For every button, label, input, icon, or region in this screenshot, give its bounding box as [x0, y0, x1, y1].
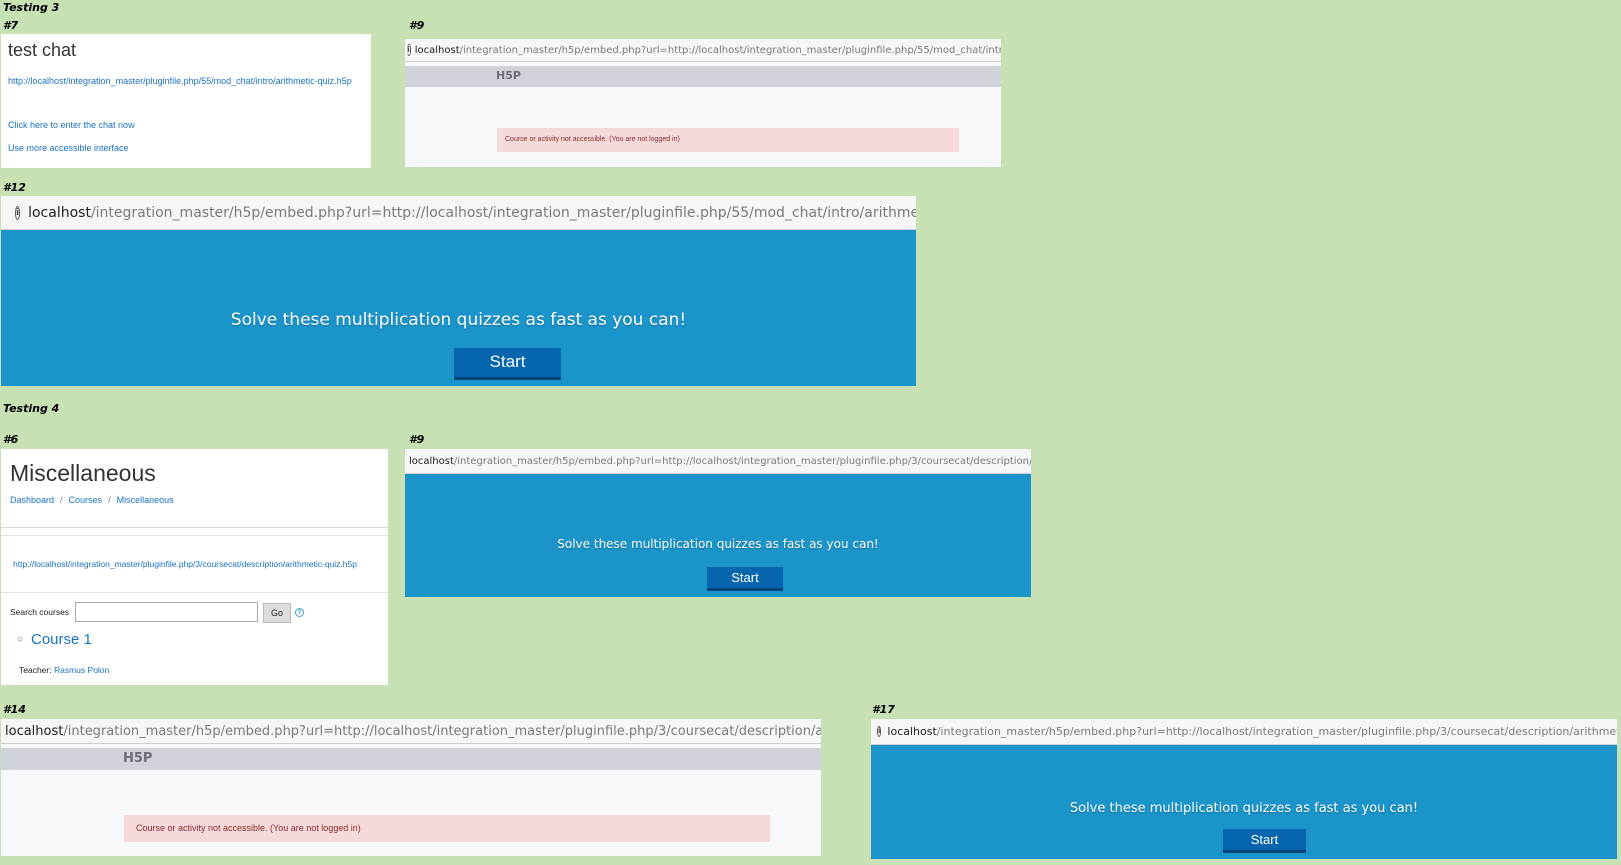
quiz-intro-text: Solve these multiplication quizzes as fa…: [230, 310, 687, 330]
url-host: localhost: [28, 204, 91, 221]
quiz-intro-text: Solve these multiplication quizzes as fa…: [557, 537, 879, 551]
breadcrumb: Dashboard / Courses / Miscellaneous: [10, 495, 174, 505]
description-box: http://localhost/integration_master/plug…: [1, 535, 388, 593]
label-t3-9: #9: [409, 19, 425, 32]
label-t4-9: #9: [409, 433, 425, 446]
divider: [1, 527, 388, 528]
enter-chat-link[interactable]: Click here to enter the chat now: [8, 120, 135, 130]
breadcrumb-dashboard[interactable]: Dashboard: [10, 495, 54, 505]
t3-12-url-bar[interactable]: i localhost/integration_master/h5p/embed…: [1, 196, 916, 230]
teacher-name-link[interactable]: Rasmus Polon: [54, 665, 109, 675]
start-button[interactable]: Start: [707, 567, 783, 591]
chat-title: test chat: [8, 40, 77, 60]
search-courses-input[interactable]: [75, 602, 258, 622]
t4-17-browser-panel: i localhost/integration_master/h5p/embed…: [871, 719, 1617, 859]
error-message: Course or activity not accessible. (You …: [497, 128, 959, 152]
label-t4-6: #6: [3, 433, 19, 446]
start-button[interactable]: Start: [454, 348, 561, 380]
search-courses-label: Search courses: [10, 607, 70, 617]
url-path: /integration_master/h5p/embed.php?url=ht…: [63, 723, 821, 739]
t4-9-url-bar[interactable]: localhost/integration_master/h5p/embed.p…: [405, 449, 1031, 474]
h5p-logo-icon: H5P: [123, 751, 153, 766]
start-button[interactable]: Start: [1223, 829, 1306, 853]
chat-h5p-url-link[interactable]: http://localhost/integration_master/plug…: [8, 76, 352, 86]
teacher-label: Teacher:: [19, 665, 52, 675]
help-icon[interactable]: ?: [295, 608, 304, 617]
teacher-line: Teacher: Rasmus Polon: [19, 665, 109, 675]
url-path: /integration_master/h5p/embed.php?url=ht…: [459, 44, 1001, 56]
course-1-link[interactable]: Course 1: [31, 631, 92, 648]
url-host: localhost: [409, 455, 454, 467]
t3-9-browser-panel: i localhost/integration_master/h5p/embed…: [405, 39, 1001, 167]
t4-17-url-bar[interactable]: i localhost/integration_master/h5p/embed…: [871, 719, 1617, 745]
url-host: localhost: [414, 44, 460, 56]
quiz-intro-text: Solve these multiplication quizzes as fa…: [1069, 801, 1419, 816]
breadcrumb-separator: /: [60, 495, 63, 505]
expand-icon[interactable]: ○: [17, 634, 23, 645]
breadcrumb-miscellaneous[interactable]: Miscellaneous: [117, 495, 174, 505]
t4-14-browser-panel: localhost/integration_master/h5p/embed.p…: [1, 719, 821, 856]
h5p-header: H5P: [1, 748, 821, 770]
t3-9-url-bar[interactable]: i localhost/integration_master/h5p/embed…: [405, 39, 1001, 62]
url-path: /integration_master/h5p/embed.php?url=ht…: [936, 725, 1617, 738]
t3-12-browser-panel: i localhost/integration_master/h5p/embed…: [1, 196, 916, 386]
url-path: /integration_master/h5p/embed.php?url=ht…: [90, 204, 916, 221]
h5p-header: H5P: [405, 66, 1001, 87]
miscellaneous-panel: Miscellaneous Dashboard / Courses / Miscella…: [1, 449, 388, 685]
url-host: localhost: [887, 725, 937, 738]
breadcrumb-separator: /: [108, 495, 111, 505]
t4-14-url-bar[interactable]: localhost/integration_master/h5p/embed.p…: [1, 719, 821, 744]
accessible-interface-link[interactable]: Use more accessible interface: [8, 143, 129, 153]
breadcrumb-courses[interactable]: Courses: [69, 495, 103, 505]
h5p-logo-icon: H5P: [496, 69, 521, 82]
url-host: localhost: [5, 723, 64, 739]
label-t3-12: #12: [3, 181, 26, 194]
label-t4-17: #17: [872, 703, 895, 716]
label-t3-7: #7: [3, 19, 19, 32]
section-title-testing-3: Testing 3: [3, 1, 60, 14]
category-h5p-url-link[interactable]: http://localhost/integration_master/plug…: [13, 559, 357, 569]
chat-panel: test chat http://localhost/integration_m…: [1, 34, 371, 168]
go-button[interactable]: Go: [263, 603, 291, 623]
page-title: Miscellaneous: [10, 460, 156, 486]
info-icon: i: [15, 205, 21, 220]
error-message: Course or activity not accessible. (You …: [124, 815, 770, 842]
url-path: /integration_master/h5p/embed.php?url=ht…: [453, 455, 1031, 467]
t4-9-browser-panel: localhost/integration_master/h5p/embed.p…: [405, 449, 1031, 597]
section-title-testing-4: Testing 4: [3, 402, 60, 415]
label-t4-14: #14: [3, 703, 26, 716]
info-icon: i: [407, 44, 411, 56]
info-icon: i: [877, 726, 882, 737]
